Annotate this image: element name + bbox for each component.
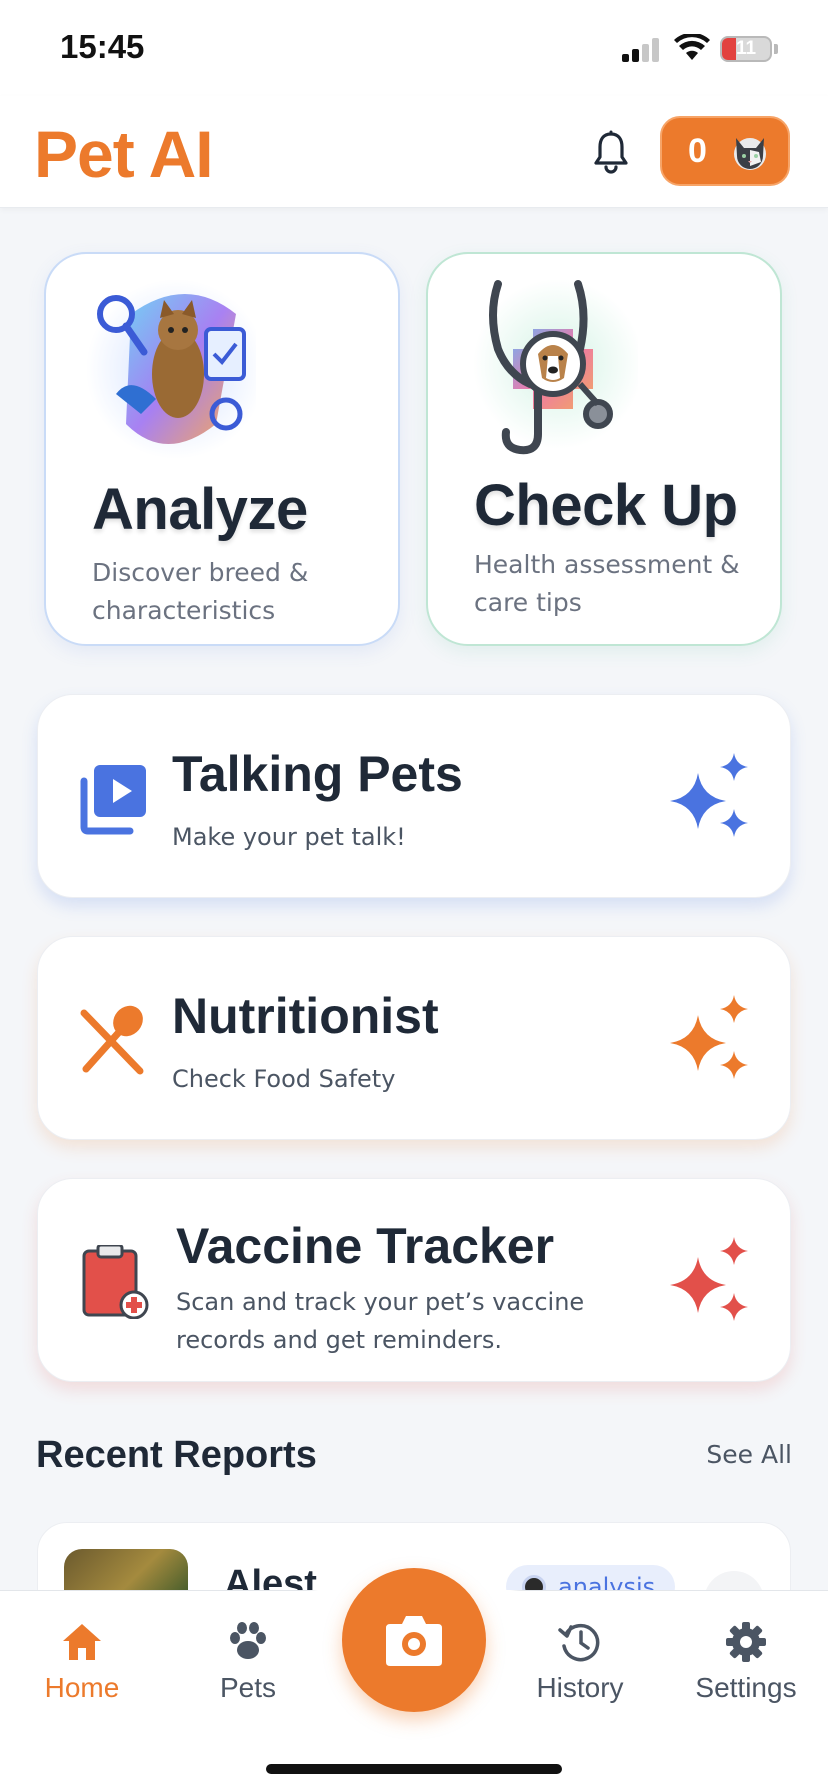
talking-pets-title: Talking Pets xyxy=(172,746,463,802)
camera-button[interactable] xyxy=(342,1568,486,1712)
checkup-title: Check Up xyxy=(474,473,738,538)
see-all-link[interactable]: See All xyxy=(706,1440,792,1469)
tab-history-label: History xyxy=(536,1672,624,1703)
checkup-card[interactable]: Check Up Health assessment & care tips xyxy=(426,252,782,646)
tab-home-label: Home xyxy=(44,1672,120,1703)
paw-icon xyxy=(230,1622,266,1659)
tab-settings-label: Settings xyxy=(695,1672,797,1703)
recent-reports-title: Recent Reports xyxy=(36,1434,317,1476)
checkup-description: Health assessment & care tips xyxy=(474,550,740,617)
notification-bell-icon[interactable] xyxy=(592,130,630,174)
status-time: 15:45 xyxy=(60,28,145,65)
vaccine-tracker-card[interactable]: Vaccine Tracker Scan and track your pet’… xyxy=(37,1178,791,1382)
history-clock-icon xyxy=(558,1623,600,1662)
status-bar: 15:45 11 xyxy=(0,0,828,96)
camera-icon xyxy=(386,1616,442,1666)
gear-icon xyxy=(726,1622,766,1662)
nutritionist-description: Check Food Safety xyxy=(172,1065,396,1093)
sparkle-icon xyxy=(670,753,748,837)
tab-home[interactable]: Home xyxy=(2,1620,162,1720)
home-icon xyxy=(63,1624,101,1660)
sparkle-icon xyxy=(670,995,748,1079)
nutritionist-card[interactable]: Nutritionist Check Food Safety xyxy=(37,936,791,1140)
analyze-title: Analyze xyxy=(92,477,308,542)
battery-icon: 11 xyxy=(720,36,772,62)
sparkle-icon xyxy=(670,1237,748,1321)
vaccine-tracker-title: Vaccine Tracker xyxy=(176,1218,555,1274)
cat-avatar-icon xyxy=(734,138,766,170)
video-play-icon xyxy=(80,765,146,835)
analyze-description: Discover breed & characteristics xyxy=(92,558,309,625)
tab-pets[interactable]: Pets xyxy=(168,1620,328,1720)
tab-history[interactable]: History xyxy=(500,1620,660,1720)
stethoscope-dog-illustration-icon xyxy=(473,279,638,455)
battery-level: 11 xyxy=(735,38,757,59)
talking-pets-card[interactable]: Talking Pets Make your pet talk! xyxy=(37,694,791,898)
credits-button[interactable]: 0 xyxy=(660,116,790,186)
medical-clipboard-icon xyxy=(82,1245,149,1319)
cat-analysis-illustration-icon xyxy=(86,279,256,459)
tab-pets-label: Pets xyxy=(219,1672,277,1703)
credits-count: 0 xyxy=(688,132,707,170)
talking-pets-description: Make your pet talk! xyxy=(172,823,406,851)
vaccine-tracker-description: Scan and track your pet’s vaccine record… xyxy=(176,1288,585,1354)
nutritionist-title: Nutritionist xyxy=(172,988,439,1044)
app-header: Pet AI 0 xyxy=(0,96,828,208)
battery-nub xyxy=(774,44,778,54)
analyze-card[interactable]: Analyze Discover breed & characteristics xyxy=(44,252,400,646)
fork-spoon-icon xyxy=(80,1005,144,1075)
tab-settings[interactable]: Settings xyxy=(666,1620,826,1720)
app-title: Pet AI xyxy=(34,117,214,191)
home-indicator xyxy=(266,1764,562,1774)
wifi-icon xyxy=(674,34,710,60)
cellular-signal-icon xyxy=(622,38,662,62)
